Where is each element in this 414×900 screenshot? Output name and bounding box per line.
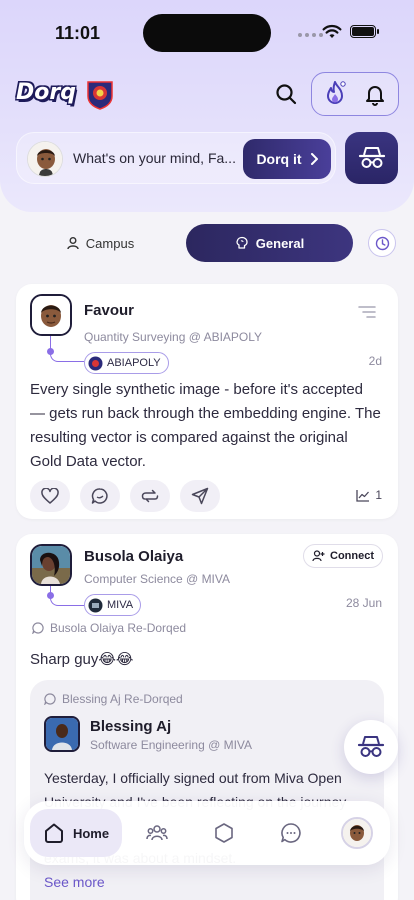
post-time: 28 Jun (345, 596, 382, 610)
avatar-icon (32, 546, 70, 584)
nav-profile[interactable] (341, 817, 373, 849)
compose-prompt[interactable]: What's on your mind, Fa... (73, 150, 241, 166)
composer-bar[interactable]: What's on your mind, Fa... Dorq it (16, 132, 336, 184)
add-user-icon (312, 550, 325, 562)
bell-icon (366, 86, 384, 106)
quoted-post[interactable]: Blessing Aj Re-Dorqed Blessing Aj Softwa… (30, 680, 384, 900)
connect-button[interactable]: Connect (303, 544, 383, 568)
status-bar: 11:01 (0, 0, 414, 60)
author-avatar[interactable] (30, 294, 72, 336)
quoted-author-name[interactable]: Blessing Aj (90, 718, 171, 735)
comment-button[interactable] (80, 480, 120, 512)
sort-menu-icon[interactable] (358, 304, 376, 320)
avatar[interactable] (27, 141, 63, 177)
author-avatar[interactable] (44, 716, 80, 752)
nav-home[interactable]: Home (30, 809, 122, 857)
comment-icon (91, 488, 108, 504)
bottom-nav: Home (24, 801, 390, 865)
dorq-it-button[interactable]: Dorq it (243, 139, 331, 179)
redorq-note: Busola Olaiya Re-Dorqed (32, 621, 186, 635)
author-avatar[interactable] (30, 544, 72, 586)
post-card[interactable]: Favour Quantity Surveying @ ABIAPOLY ABI… (16, 284, 398, 519)
post-actions (30, 480, 220, 512)
school-chip[interactable]: ABIAPOLY (84, 352, 169, 374)
author-name[interactable]: Favour (84, 302, 134, 319)
avatar-icon (343, 819, 371, 847)
share-button[interactable] (180, 480, 220, 512)
author-department: Quantity Surveying @ ABIAPOLY (84, 330, 263, 344)
clock-icon (375, 236, 389, 250)
comment-icon (32, 622, 44, 634)
user-avatar-icon (28, 142, 62, 176)
redorq-note: Blessing Aj Re-Dorqed (44, 692, 183, 706)
header-actions (311, 72, 399, 116)
search-button[interactable] (272, 80, 300, 108)
chat-icon (281, 823, 301, 843)
history-button[interactable] (368, 229, 396, 257)
wifi-icon (322, 24, 342, 38)
author-department: Computer Science @ MIVA (84, 572, 231, 586)
author-name[interactable]: Busola Olaiya (84, 548, 183, 565)
school-logo-icon (88, 598, 103, 612)
dynamic-island (143, 14, 271, 52)
comment-icon (44, 693, 56, 705)
chevron-right-icon (310, 153, 318, 165)
search-icon (276, 84, 297, 105)
school-logo-icon (88, 356, 103, 370)
nav-explore[interactable] (208, 817, 240, 849)
notifications-button[interactable] (360, 79, 390, 109)
heart-icon (41, 488, 59, 504)
anonymous-post-fab[interactable] (344, 720, 398, 774)
redorq-button[interactable] (130, 480, 170, 512)
battery-icon (350, 25, 376, 38)
signal-icon (298, 33, 323, 37)
post-body: Every single synthetic image - before it… (30, 381, 381, 470)
status-time: 11:01 (55, 23, 101, 43)
tab-general[interactable]: General (186, 224, 353, 262)
tab-campus[interactable]: Campus (30, 224, 170, 262)
nav-community[interactable] (141, 817, 173, 849)
quoted-author-department: Software Engineering @ MIVA (90, 738, 253, 752)
avatar-icon (46, 718, 78, 750)
incognito-icon (358, 147, 385, 168)
hexagon-icon (215, 823, 233, 843)
chart-icon (356, 489, 370, 502)
people-icon (146, 825, 168, 841)
home-icon (44, 823, 63, 843)
post-body: Sharp guy😂😂 (30, 651, 134, 668)
see-more-link[interactable]: See more (44, 874, 105, 890)
view-count: 1 (356, 488, 382, 502)
send-icon (191, 487, 209, 505)
avatar-icon (32, 296, 70, 334)
nav-messages[interactable] (275, 817, 307, 849)
flame-icon (327, 81, 346, 104)
feed-tabs: Campus General (0, 224, 414, 262)
streak-button[interactable] (320, 79, 350, 109)
school-chip[interactable]: MIVA (84, 594, 142, 616)
incognito-icon (357, 736, 385, 757)
like-button[interactable] (30, 480, 70, 512)
anonymous-mode-button[interactable] (345, 132, 398, 184)
dorq-logo[interactable]: Dorq (16, 80, 76, 108)
campus-icon (67, 237, 79, 250)
post-time: 2d (368, 354, 382, 368)
school-badge-icon[interactable] (84, 78, 116, 110)
brain-icon (236, 236, 248, 249)
repost-icon (141, 489, 159, 503)
